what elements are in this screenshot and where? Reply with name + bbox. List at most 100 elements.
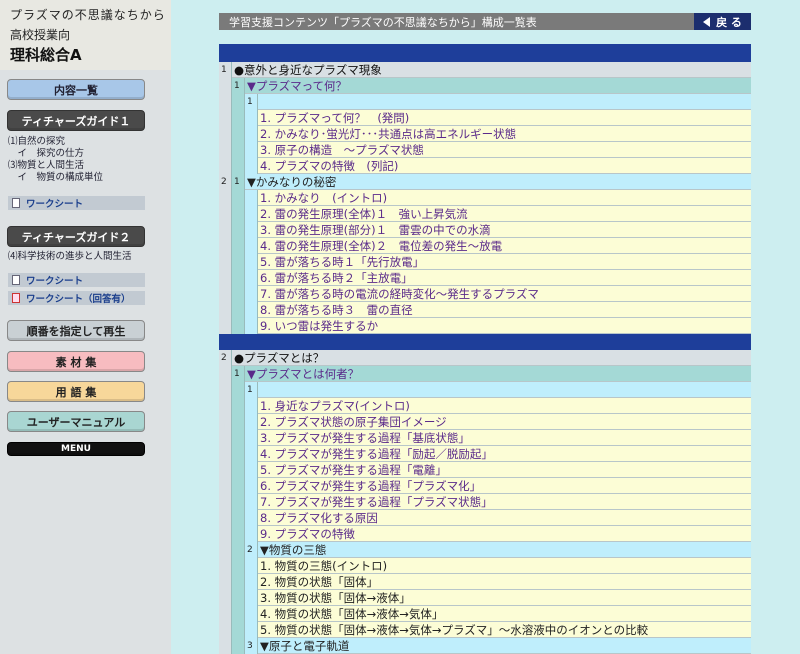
list-item[interactable]: 2. 雷の発生原理(全体)１ 強い上昇気流 bbox=[219, 206, 751, 222]
guide1-link-3[interactable]: ⑶物質と人間生活 bbox=[8, 160, 84, 172]
list-item-label: 1. プラズマって何？ (発問) bbox=[258, 110, 751, 126]
menu-button[interactable]: MENU bbox=[7, 442, 145, 456]
list-item[interactable]: 4. プラズマが発生する過程「励起／脱励起」 bbox=[219, 446, 751, 462]
table-header-bar bbox=[219, 44, 751, 62]
chapter-number: 2 bbox=[219, 174, 232, 190]
subchapter-number: 1 bbox=[245, 382, 258, 398]
header-bar: 学習支援コンテンツ「プラズマの不思議なちから」構成一覧表 戻 る bbox=[219, 13, 751, 30]
list-item[interactable]: 5. 物質の状態「固体→液体→気体→プラズマ」～水溶液中のイオンとの比較 bbox=[219, 622, 751, 638]
list-item-label: 3. 雷の発生原理(部分)１ 雷雲の中での水滴 bbox=[258, 222, 751, 238]
list-item-label: 5. 雷が落ちる時１「先行放電」 bbox=[258, 254, 751, 270]
section-number: 1 bbox=[219, 62, 232, 78]
list-item[interactable]: 4. プラズマの特徴 (列記) bbox=[219, 158, 751, 174]
list-item[interactable]: 7. プラズマが発生する過程「プラズマ状態」 bbox=[219, 494, 751, 510]
list-item[interactable]: 4. 物質の状態「固体→液体→気体」 bbox=[219, 606, 751, 622]
chapter-title: ▼プラズマって何？ bbox=[245, 78, 751, 94]
subchapter-number: 1 bbox=[245, 94, 258, 110]
list-item-label: 7. プラズマが発生する過程「プラズマ状態」 bbox=[258, 494, 751, 510]
list-item-label: 9. いつ雷は発生するか bbox=[258, 318, 751, 334]
subchapter-row: 1 bbox=[219, 94, 751, 110]
list-item[interactable]: 5. プラズマが発生する過程「電離」 bbox=[219, 462, 751, 478]
ordered-play-button[interactable]: 順番を指定して再生 bbox=[7, 320, 145, 341]
list-item[interactable]: 3. 物質の状態「固体→液体」 bbox=[219, 590, 751, 606]
list-item[interactable]: 2. かみなり･蛍光灯･･･共通点は高エネルギー状態 bbox=[219, 126, 751, 142]
section-title: ●意外と身近なプラズマ現象 bbox=[232, 62, 751, 78]
list-item-label: 3. 物質の状態「固体→液体」 bbox=[258, 590, 751, 606]
list-item[interactable]: 3. プラズマが発生する過程「基底状態」 bbox=[219, 430, 751, 446]
list-item[interactable]: 1. 物質の三態(イントロ) bbox=[219, 558, 751, 574]
list-item-label: 2. 物質の状態「固体」 bbox=[258, 574, 751, 590]
list-item[interactable]: 8. プラズマ化する原因 bbox=[219, 510, 751, 526]
materials-button[interactable]: 素 材 集 bbox=[7, 351, 145, 372]
document-red-icon bbox=[12, 293, 20, 303]
worksheet-link-1[interactable]: ワークシート bbox=[8, 196, 145, 210]
sidebar: プラズマの不思議なちから 高校授業向 理科総合A 内容一覧 ティチャーズガイド１… bbox=[0, 0, 171, 654]
worksheet-label: ワークシート bbox=[26, 199, 84, 210]
list-item[interactable]: 5. 雷が落ちる時１「先行放電」 bbox=[219, 254, 751, 270]
guide2-link-1[interactable]: ⑷科学技術の進歩と人間生活 bbox=[8, 251, 132, 263]
list-item[interactable]: 8. 雷が落ちる時３ 雷の直径 bbox=[219, 302, 751, 318]
section-number: 2 bbox=[219, 350, 232, 366]
list-item[interactable]: 7. 雷が落ちる時の電流の経時変化～発生するプラズマ bbox=[219, 286, 751, 302]
chapter-title: ▼プラズマとは何者？ bbox=[245, 366, 751, 382]
user-manual-button[interactable]: ユーザーマニュアル bbox=[7, 411, 145, 432]
chapter-row[interactable]: 2 ▼物質の三態 bbox=[219, 542, 751, 558]
section-row[interactable]: 1 ●意外と身近なプラズマ現象 bbox=[219, 62, 751, 78]
worksheet-label: ワークシート bbox=[26, 276, 84, 287]
list-item-label: 2. プラズマ状態の原子集団イメージ bbox=[258, 414, 751, 430]
list-item[interactable]: 4. 雷の発生原理(全体)２ 電位差の発生～放電 bbox=[219, 238, 751, 254]
list-item-label: 3. 原子の構造 ～プラズマ状態 bbox=[258, 142, 751, 158]
list-item-label: 8. 雷が落ちる時３ 雷の直径 bbox=[258, 302, 751, 318]
guide1-link-1[interactable]: ⑴自然の探究 bbox=[8, 136, 65, 148]
brand-title: プラズマの不思議なちから bbox=[10, 8, 166, 22]
chapter-number: 1 bbox=[232, 78, 245, 94]
list-item-label: 6. プラズマが発生する過程「プラズマ化」 bbox=[258, 478, 751, 494]
chapter-row[interactable]: 1 ▼プラズマって何？ bbox=[219, 78, 751, 94]
chapter-title: ▼原子と電子軌道 bbox=[258, 638, 751, 654]
brand-header: プラズマの不思議なちから 高校授業向 理科総合A bbox=[0, 0, 171, 70]
chapter-row[interactable]: 3 ▼原子と電子軌道 bbox=[219, 638, 751, 654]
teachers-guide-2-button[interactable]: ティチャーズガイド２ bbox=[7, 226, 145, 247]
list-item[interactable]: 1. プラズマって何？ (発問) bbox=[219, 110, 751, 126]
list-item[interactable]: 2. プラズマ状態の原子集団イメージ bbox=[219, 414, 751, 430]
list-item-label: 1. 物質の三態(イントロ) bbox=[258, 558, 751, 574]
list-item-label: 2. かみなり･蛍光灯･･･共通点は高エネルギー状態 bbox=[258, 126, 751, 142]
chapter-row[interactable]: 2 1 ▼かみなりの秘密 bbox=[219, 174, 751, 190]
document-icon bbox=[12, 275, 20, 285]
list-item-label: 1. かみなり (イントロ) bbox=[258, 190, 751, 206]
section-title: ●プラズマとは？ bbox=[232, 350, 751, 366]
brand-course: 理科総合A bbox=[10, 46, 82, 64]
list-item[interactable]: 9. いつ雷は発生するか bbox=[219, 318, 751, 334]
chapter-row[interactable]: 1 ▼プラズマとは何者？ bbox=[219, 366, 751, 382]
list-item[interactable]: 1. かみなり (イントロ) bbox=[219, 190, 751, 206]
worksheet-link-2[interactable]: ワークシート bbox=[8, 273, 145, 287]
subchapter-number: 1 bbox=[232, 174, 245, 190]
chapter-title: ▼かみなりの秘密 bbox=[245, 174, 751, 190]
subchapter-row: 1 bbox=[219, 382, 751, 398]
worksheet-answers-link[interactable]: ワークシート（回答有） bbox=[8, 291, 145, 305]
list-item[interactable]: 9. プラズマの特徴 bbox=[219, 526, 751, 542]
guide1-link-4[interactable]: イ 物質の構成単位 bbox=[8, 172, 104, 184]
list-item[interactable]: 6. プラズマが発生する過程「プラズマ化」 bbox=[219, 478, 751, 494]
guide1-link-2[interactable]: イ 探究の仕方 bbox=[8, 148, 85, 160]
list-item[interactable]: 1. 身近なプラズマ(イントロ) bbox=[219, 398, 751, 414]
section-row[interactable]: 2 ●プラズマとは？ bbox=[219, 350, 751, 366]
list-item[interactable]: 2. 物質の状態「固体」 bbox=[219, 574, 751, 590]
list-item-label: 4. 雷の発生原理(全体)２ 電位差の発生～放電 bbox=[258, 238, 751, 254]
chapter-number: 3 bbox=[245, 638, 258, 654]
contents-button[interactable]: 内容一覧 bbox=[7, 79, 145, 100]
list-item[interactable]: 3. 雷の発生原理(部分)１ 雷雲の中での水滴 bbox=[219, 222, 751, 238]
worksheet-answers-label: ワークシート（回答有） bbox=[26, 294, 131, 305]
list-item[interactable]: 6. 雷が落ちる時２「主放電」 bbox=[219, 270, 751, 286]
back-button[interactable]: 戻 る bbox=[694, 13, 751, 30]
list-item-label: 7. 雷が落ちる時の電流の経時変化～発生するプラズマ bbox=[258, 286, 751, 302]
list-item-label: 8. プラズマ化する原因 bbox=[258, 510, 751, 526]
list-item-label: 5. 物質の状態「固体→液体→気体→プラズマ」～水溶液中のイオンとの比較 bbox=[258, 622, 751, 638]
chapter-number: 2 bbox=[245, 542, 258, 558]
glossary-button[interactable]: 用 語 集 bbox=[7, 381, 145, 402]
section-divider bbox=[219, 334, 751, 350]
list-item[interactable]: 3. 原子の構造 ～プラズマ状態 bbox=[219, 142, 751, 158]
list-item-label: 1. 身近なプラズマ(イントロ) bbox=[258, 398, 751, 414]
list-item-label: 4. プラズマの特徴 (列記) bbox=[258, 158, 751, 174]
teachers-guide-1-button[interactable]: ティチャーズガイド１ bbox=[7, 110, 145, 131]
